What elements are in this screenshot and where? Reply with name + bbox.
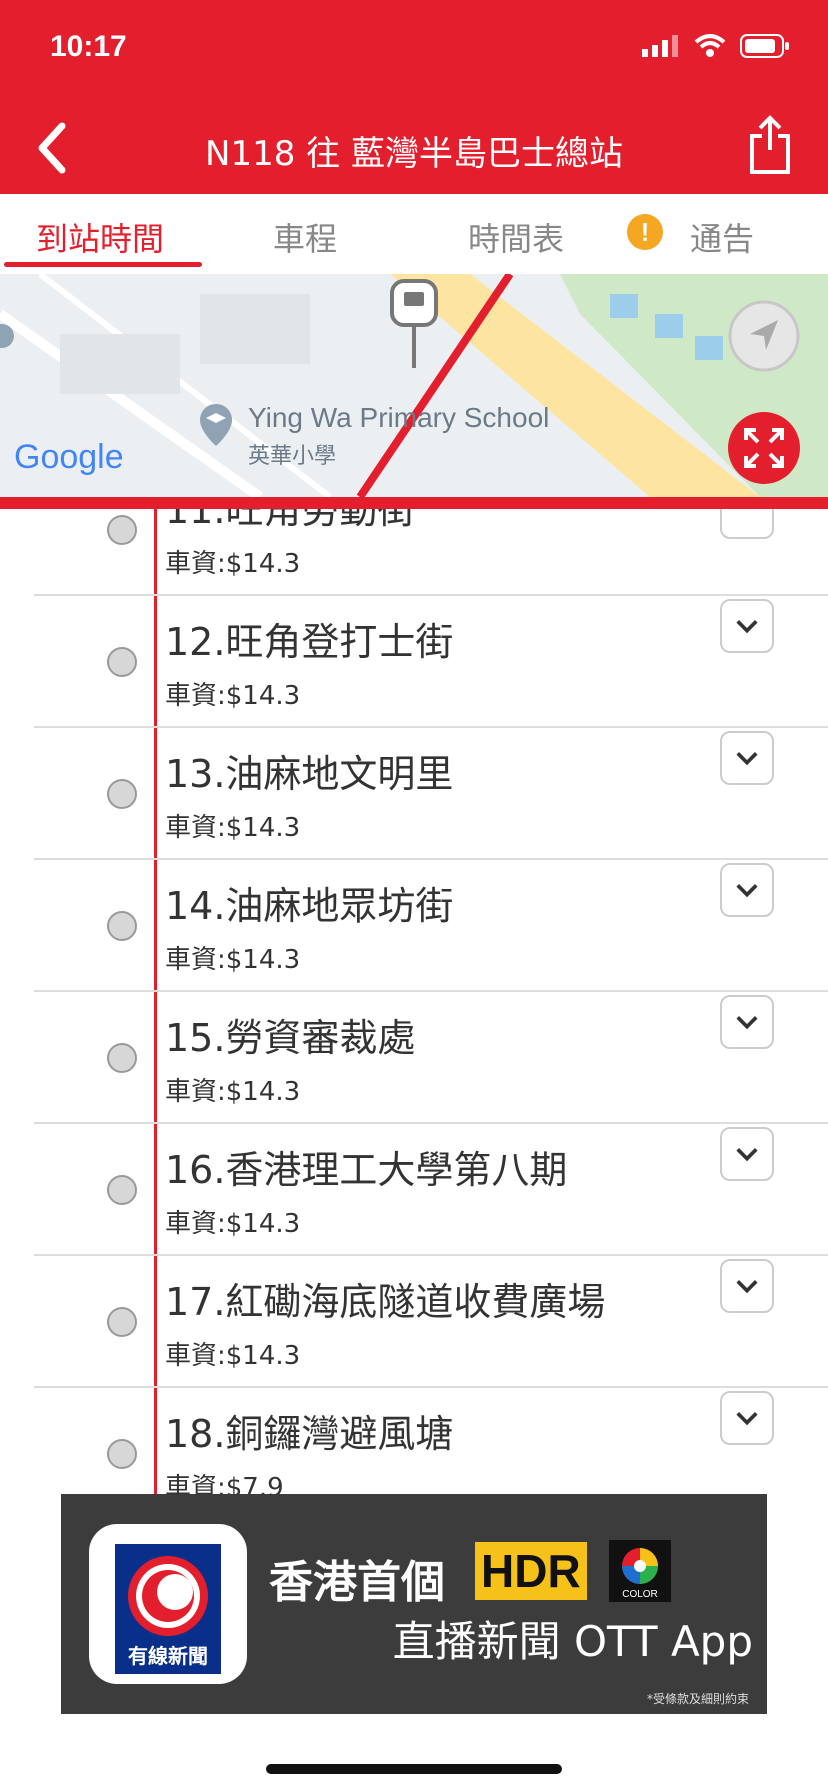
page-title: N118 往 藍灣半島巴士總站 xyxy=(205,134,623,174)
stop-dot xyxy=(107,1175,137,1205)
ad-banner[interactable]: 有線新聞 香港首個 HDR COLOR 直播新聞 OTT App *受條款及細則… xyxy=(61,1494,767,1714)
stop-fare: 車資:$14.3 xyxy=(165,945,301,975)
tab-trip[interactable]: 車程 xyxy=(273,214,337,260)
bus-stop-pin-icon xyxy=(390,279,438,368)
ad-disclaimer: *受條款及細則約束 xyxy=(646,1692,749,1706)
notice-alert-icon: ! xyxy=(627,214,663,250)
fullscreen-icon[interactable] xyxy=(726,410,802,486)
route-map[interactable]: Ying Wa Primary School 英華小學 Google xyxy=(0,274,828,497)
stop-dot xyxy=(107,647,137,677)
stop-name: 13.油麻地文明里 xyxy=(165,752,454,796)
stop-fare: 車資:$14.3 xyxy=(165,681,301,711)
stop-dot xyxy=(107,1043,137,1073)
chevron-down-icon[interactable] xyxy=(720,863,774,917)
ad-logo-text: 有線新聞 xyxy=(128,1644,208,1668)
app-header: 10:17 N118 往 藍灣半島巴士總站 xyxy=(0,0,828,194)
status-time: 10:17 xyxy=(50,30,127,63)
stop-dot xyxy=(107,911,137,941)
chevron-down-icon[interactable] xyxy=(720,731,774,785)
tab-arrival-time[interactable]: 到站時間 xyxy=(36,214,164,260)
tab-timetable[interactable]: 時間表 xyxy=(468,214,564,260)
ad-headline: 香港首個 xyxy=(269,1557,445,1608)
map-place-name-zh: 英華小學 xyxy=(248,444,337,469)
wifi-icon xyxy=(694,34,726,57)
stop-name: 15.勞資審裁處 xyxy=(165,1016,416,1060)
stop-fare: 車資:$14.3 xyxy=(165,1209,301,1239)
stop-name: 14.油麻地眾坊街 xyxy=(165,884,454,928)
ad-color-label: COLOR xyxy=(622,1589,658,1600)
stop-name: 12.旺角登打士街 xyxy=(165,620,454,664)
stop-fare: 車資:$7.9 xyxy=(165,1473,284,1494)
share-icon[interactable] xyxy=(748,114,792,176)
stop-dot xyxy=(107,1439,137,1469)
stop-dot xyxy=(107,1307,137,1337)
stop-fare: 車資:$14.3 xyxy=(165,1341,301,1371)
hdr-badge: HDR xyxy=(475,1542,587,1600)
ad-subheadline: 直播新聞 OTT App xyxy=(392,1617,753,1666)
chevron-down-icon[interactable] xyxy=(720,1259,774,1313)
tab-bar: 到站時間 車程 時間表 ! 通告 xyxy=(0,194,828,274)
map-divider xyxy=(0,497,828,509)
battery-icon xyxy=(740,34,789,58)
stop-fare: 車資:$14.3 xyxy=(165,813,301,843)
stop-name: 18.銅鑼灣避風塘 xyxy=(165,1412,454,1456)
map-place-name: Ying Wa Primary School xyxy=(248,402,550,433)
chevron-down-icon[interactable] xyxy=(720,1391,774,1445)
stop-name: 16.香港理工大學第八期 xyxy=(165,1148,568,1192)
table-row[interactable] xyxy=(34,990,828,1124)
stop-name: 11.旺角勞動街 xyxy=(165,509,416,532)
stop-dot xyxy=(107,515,137,545)
signal-icon xyxy=(642,35,678,57)
stop-name: 17.紅磡海底隧道收費廣場 xyxy=(165,1280,606,1324)
google-logo: Google xyxy=(14,438,124,476)
stop-dot xyxy=(107,779,137,809)
tab-notice[interactable]: 通告 xyxy=(690,214,754,260)
chevron-down-icon[interactable] xyxy=(720,599,774,653)
expand-button[interactable] xyxy=(720,509,774,539)
chevron-down-icon[interactable] xyxy=(720,1127,774,1181)
school-icon xyxy=(200,404,232,446)
status-icons xyxy=(642,34,790,58)
chevron-down-icon[interactable] xyxy=(720,995,774,1049)
stop-fare: 車資:$14.3 xyxy=(165,1077,301,1107)
active-tab-indicator xyxy=(4,262,202,267)
ad-app-icon: 有線新聞 xyxy=(89,1524,247,1684)
home-indicator xyxy=(266,1764,562,1774)
stop-list[interactable]: 11.旺角勞動街 車資:$14.3 12.旺角登打士街 車資:$14.3 13.… xyxy=(0,509,828,1494)
locate-icon[interactable] xyxy=(726,298,802,374)
stop-fare: 車資:$14.3 xyxy=(165,549,301,579)
